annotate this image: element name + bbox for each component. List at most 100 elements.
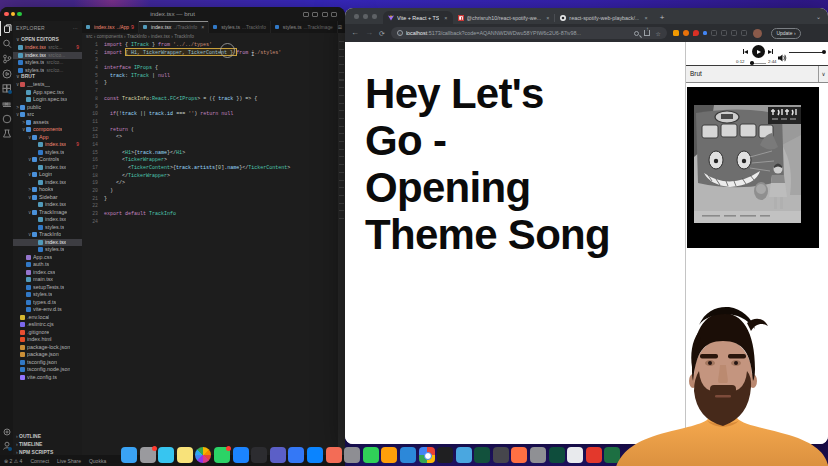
tree-item-index.css[interactable]: index.css — [13, 269, 82, 277]
tree-item-styles.ts[interactable]: styles.ts — [13, 246, 82, 254]
tree-item-index.tsx[interactable]: index.tsx — [13, 201, 82, 209]
extension-icon-1[interactable] — [673, 30, 679, 36]
tree-item-index.tsx[interactable]: index.tsx — [13, 164, 82, 172]
dock-icon-1[interactable] — [121, 447, 137, 463]
editor-tab-../App[interactable]: index.tsx../App9 — [82, 21, 139, 33]
dock-icon-10[interactable] — [288, 447, 304, 463]
close-tab-icon[interactable]: × — [444, 15, 447, 21]
tree-item-types.d.ts[interactable]: types.d.ts — [13, 299, 82, 307]
status-item-2[interactable]: Live Share — [57, 458, 81, 464]
tree-item-index.tsx[interactable]: index.tsx — [13, 179, 82, 187]
forward-button[interactable]: → — [365, 29, 373, 37]
site-info-icon[interactable]: i — [397, 30, 403, 36]
outline-header[interactable]: › OUTLINE — [13, 433, 82, 439]
tree-item-tsconfig.json[interactable]: tsconfig.json — [13, 359, 82, 367]
tree-item-vite-env.d.ts[interactable]: vite-env.d.ts — [13, 306, 82, 314]
tree-item-main.tsx[interactable]: main.tsx — [13, 276, 82, 284]
play-button[interactable] — [752, 45, 765, 58]
tree-item-styles.ts[interactable]: styles.ts — [13, 149, 82, 157]
maximize-traffic-light-browser[interactable] — [372, 14, 377, 19]
tree-item-package-lock.json[interactable]: package-lock.json — [13, 344, 82, 352]
tree-item-src[interactable]: vsrc — [13, 111, 82, 119]
tree-item-.env.local[interactable]: .env.local — [13, 314, 82, 322]
tree-item-Controls[interactable]: vControls — [13, 156, 82, 164]
minimize-traffic-light-browser[interactable] — [363, 14, 368, 19]
tree-item-Login[interactable]: vLogin — [13, 171, 82, 179]
extension-icon-4[interactable] — [703, 31, 708, 36]
editor-scrollbar[interactable] — [338, 33, 345, 455]
dock-icon-14[interactable] — [363, 447, 379, 463]
status-item-0[interactable]: ⊗ 2 ⚠ 4 — [4, 458, 22, 464]
address-bar[interactable]: i localhost:5173/callback?code=AQANNWDWD… — [391, 27, 667, 39]
close-tab-icon[interactable]: × — [644, 15, 647, 21]
extension-icon-2[interactable] — [683, 30, 689, 36]
open-editor-index.tsx[interactable]: index.tsxsrc/c...9 — [13, 44, 82, 52]
open-editor-styles.ts[interactable]: styles.tssrc/co... — [13, 59, 82, 67]
dock-icon-15[interactable] — [381, 447, 397, 463]
extensions-activity-icon[interactable] — [0, 81, 13, 96]
extension-icon-6[interactable] — [731, 30, 737, 36]
split-editor-icon[interactable]: ⊞ — [338, 24, 342, 30]
files-activity-icon[interactable] — [0, 21, 13, 36]
dock-icon-21[interactable] — [493, 447, 509, 463]
device-select[interactable]: Brut ∨ — [686, 66, 828, 83]
tree-item-App[interactable]: vApp — [13, 134, 82, 142]
tree-item-assets[interactable]: >assets — [13, 119, 82, 127]
tree-item-App.spec.tsx[interactable]: App.spec.tsx — [13, 89, 82, 97]
search-activity-icon[interactable] — [0, 36, 13, 51]
layout-toggle-icons[interactable] — [303, 12, 338, 17]
dock-icon-2[interactable] — [140, 447, 156, 463]
editor-tab-...TrackInfo[interactable]: styles.ts...TrackInfo — [209, 21, 271, 33]
dock-icon-11[interactable] — [307, 447, 323, 463]
back-button[interactable]: ← — [351, 29, 359, 37]
tree-item-index.tsx[interactable]: index.tsx — [13, 216, 82, 224]
vscode-titlebar[interactable]: index.tsx — brut — [0, 7, 345, 21]
tree-item-index.tsx[interactable]: index.tsx9 — [13, 141, 82, 149]
bookmark-star-icon[interactable]: ☆ — [655, 30, 660, 37]
tree-item-auth.ts[interactable]: auth.ts — [13, 261, 82, 269]
browser-tab-2[interactable]: @chrisruh10/react-spotify-we...× — [453, 11, 555, 24]
tree-item-vite.config.ts[interactable]: vite.config.ts — [13, 374, 82, 382]
close-tab-icon[interactable]: × — [546, 15, 549, 21]
progress-handle[interactable] — [750, 61, 754, 65]
volume-icon[interactable] — [778, 48, 787, 66]
open-editor-index.tsx[interactable]: index.tsxsrc/co... — [13, 52, 82, 60]
tree-item-index.html[interactable]: index.html — [13, 336, 82, 344]
next-track-button[interactable] — [768, 49, 773, 54]
dock-icon-7[interactable] — [233, 447, 249, 463]
account-activity-icon[interactable] — [0, 438, 13, 453]
tree-item-public[interactable]: >public — [13, 104, 82, 112]
timeline-header[interactable]: › TIMELINE — [13, 441, 82, 447]
tree-item-styles.ts[interactable]: styles.ts — [13, 291, 82, 299]
share-icon[interactable] — [644, 30, 650, 36]
extension-icon-3[interactable] — [693, 30, 699, 36]
previous-track-button[interactable] — [743, 49, 748, 54]
tree-item-__tests__[interactable]: v__tests__ — [13, 81, 82, 89]
dock-icon-24[interactable] — [549, 447, 565, 463]
beaker-activity-icon[interactable] — [0, 126, 13, 141]
editor-tab-...TrackImage[interactable]: styles.ts...TrackImage — [271, 21, 338, 33]
docker-activity-icon[interactable] — [0, 96, 13, 111]
tree-item-.gitignore[interactable]: .gitignore — [13, 329, 82, 337]
update-button[interactable]: Update › — [771, 28, 800, 39]
extension-icon-5[interactable] — [711, 30, 717, 36]
close-tab-icon[interactable]: × — [201, 24, 204, 30]
code-editor[interactable]: I 1import { ITrack } from '../../types'2… — [82, 40, 345, 226]
dock-icon-4[interactable] — [177, 447, 193, 463]
search-icon[interactable] — [634, 31, 639, 36]
tab-search-chevron-icon[interactable]: ⌄ — [816, 13, 821, 20]
git-activity-icon[interactable] — [0, 51, 13, 66]
tree-item-setupTests.ts[interactable]: setupTests.ts — [13, 284, 82, 292]
open-editors-header[interactable]: ∨ OPEN EDITORS — [13, 36, 82, 42]
tree-item-hooks[interactable]: >hooks — [13, 186, 82, 194]
github-activity-icon[interactable] — [0, 111, 13, 126]
profile-avatar[interactable] — [753, 29, 762, 38]
reload-button[interactable]: ⟳ — [379, 30, 385, 37]
tree-item-TrackInfo[interactable]: vTrackInfo — [13, 231, 82, 239]
tree-item-.eslintrc.cjs[interactable]: .eslintrc.cjs — [13, 321, 82, 329]
tree-item-TrackImage[interactable]: vTrackImage — [13, 209, 82, 217]
explorer-more-icon[interactable]: ⋯ — [73, 25, 78, 31]
new-tab-button[interactable]: + — [660, 13, 665, 22]
dock-icon-12[interactable] — [326, 447, 342, 463]
tree-item-components[interactable]: vcomponents — [13, 126, 82, 134]
